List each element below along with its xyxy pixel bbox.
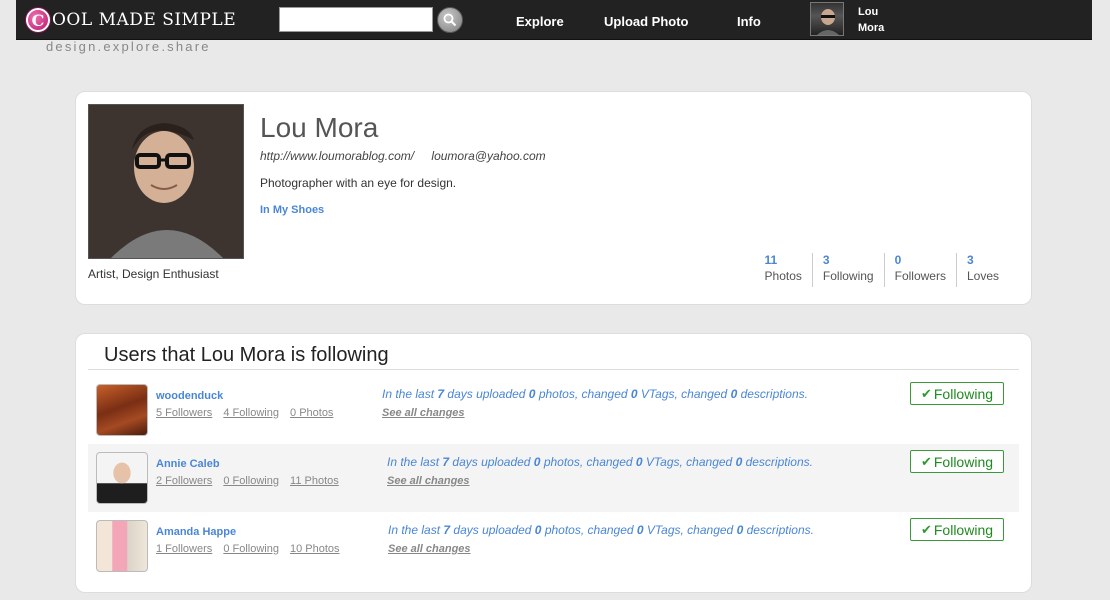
current-user-avatar[interactable] <box>810 2 844 36</box>
logo-badge-icon: C <box>26 8 50 32</box>
nav-explore-link[interactable]: Explore <box>516 0 564 40</box>
user-portrait-icon <box>817 9 839 35</box>
search-button[interactable] <box>437 7 463 33</box>
divider <box>88 369 1019 370</box>
stat-photos[interactable]: 11 Photos <box>755 253 812 287</box>
user-following-link[interactable]: 0 Following <box>223 543 279 555</box>
profile-roles: Artist, Design Enthusiast <box>88 267 219 281</box>
checkmark-icon: ✔ <box>920 385 932 401</box>
stat-followers[interactable]: 0 Followers <box>883 253 956 287</box>
user-following-link[interactable]: 4 Following <box>223 407 279 419</box>
following-toggle-button[interactable]: ✔ Following <box>910 518 1004 541</box>
logo-text: OOL MADE SIMPLE <box>52 10 237 30</box>
profile-links: http://www.loumorablog.com/ loumora@yaho… <box>260 149 560 163</box>
profile-stats: 11 Photos 3 Following 0 Followers 3 Love… <box>755 253 1009 287</box>
user-avatar[interactable] <box>96 384 148 436</box>
following-toggle-button[interactable]: ✔ Following <box>910 382 1004 405</box>
nav-upload-photo-link[interactable]: Upload Photo <box>604 0 689 40</box>
user-avatar[interactable] <box>96 520 148 572</box>
following-card: Users that Lou Mora is following woodend… <box>75 333 1032 593</box>
user-name-link[interactable]: Amanda Happe <box>156 526 236 538</box>
user-activity-summary: In the last 7 days uploaded 0 photos, ch… <box>387 455 813 469</box>
user-photos-link[interactable]: 0 Photos <box>290 407 333 419</box>
user-name-link[interactable]: woodenduck <box>156 390 223 402</box>
checkmark-icon: ✔ <box>920 521 932 537</box>
user-followers-link[interactable]: 5 Followers <box>156 407 212 419</box>
profile-collection-link[interactable]: In My Shoes <box>260 204 324 216</box>
see-all-changes-link[interactable]: See all changes <box>387 475 470 487</box>
user-stats: 1 Followers 0 Following 10 Photos <box>156 543 348 555</box>
user-avatar[interactable] <box>96 452 148 504</box>
profile-email-link[interactable]: loumora@yahoo.com <box>431 149 545 163</box>
user-photos-link[interactable]: 11 Photos <box>290 475 339 487</box>
following-section-title: Users that Lou Mora is following <box>104 344 389 366</box>
user-stats: 2 Followers 0 Following 11 Photos <box>156 475 347 487</box>
checkmark-icon: ✔ <box>920 453 932 469</box>
user-followers-link[interactable]: 1 Followers <box>156 543 212 555</box>
nav-info-link[interactable]: Info <box>737 0 761 40</box>
following-user-row: Amanda Happe 1 Followers 0 Following 10 … <box>88 512 1019 580</box>
profile-photo <box>88 104 244 259</box>
site-logo[interactable]: C OOL MADE SIMPLE <box>26 5 236 35</box>
profile-bio: Photographer with an eye for design. <box>260 176 457 190</box>
profile-card: Artist, Design Enthusiast Lou Mora http:… <box>75 91 1032 305</box>
profile-website-link[interactable]: http://www.loumorablog.com/ <box>260 149 414 163</box>
top-navigation-bar: C OOL MADE SIMPLE Explore Upload Photo I… <box>16 0 1092 40</box>
site-tagline: design.explore.share <box>46 39 211 54</box>
search-input[interactable] <box>279 7 433 32</box>
stat-loves[interactable]: 3 Loves <box>955 253 1009 287</box>
user-followers-link[interactable]: 2 Followers <box>156 475 212 487</box>
see-all-changes-link[interactable]: See all changes <box>388 543 471 555</box>
following-toggle-button[interactable]: ✔ Following <box>910 450 1004 473</box>
following-user-row: woodenduck 5 Followers 4 Following 0 Pho… <box>88 376 1019 444</box>
profile-portrait-image <box>89 105 243 258</box>
user-following-link[interactable]: 0 Following <box>223 475 279 487</box>
profile-name: Lou Mora <box>260 112 379 143</box>
user-name-link[interactable]: Annie Caleb <box>156 458 220 470</box>
search-icon <box>443 13 457 27</box>
user-stats: 5 Followers 4 Following 0 Photos <box>156 407 341 419</box>
see-all-changes-link[interactable]: See all changes <box>382 407 465 419</box>
user-activity-summary: In the last 7 days uploaded 0 photos, ch… <box>388 523 814 537</box>
current-user-name[interactable]: Lou Mora <box>858 4 884 36</box>
user-photos-link[interactable]: 10 Photos <box>290 543 340 555</box>
user-activity-summary: In the last 7 days uploaded 0 photos, ch… <box>382 387 808 401</box>
stat-following[interactable]: 3 Following <box>811 253 884 287</box>
following-user-row: Annie Caleb 2 Followers 0 Following 11 P… <box>88 444 1019 512</box>
